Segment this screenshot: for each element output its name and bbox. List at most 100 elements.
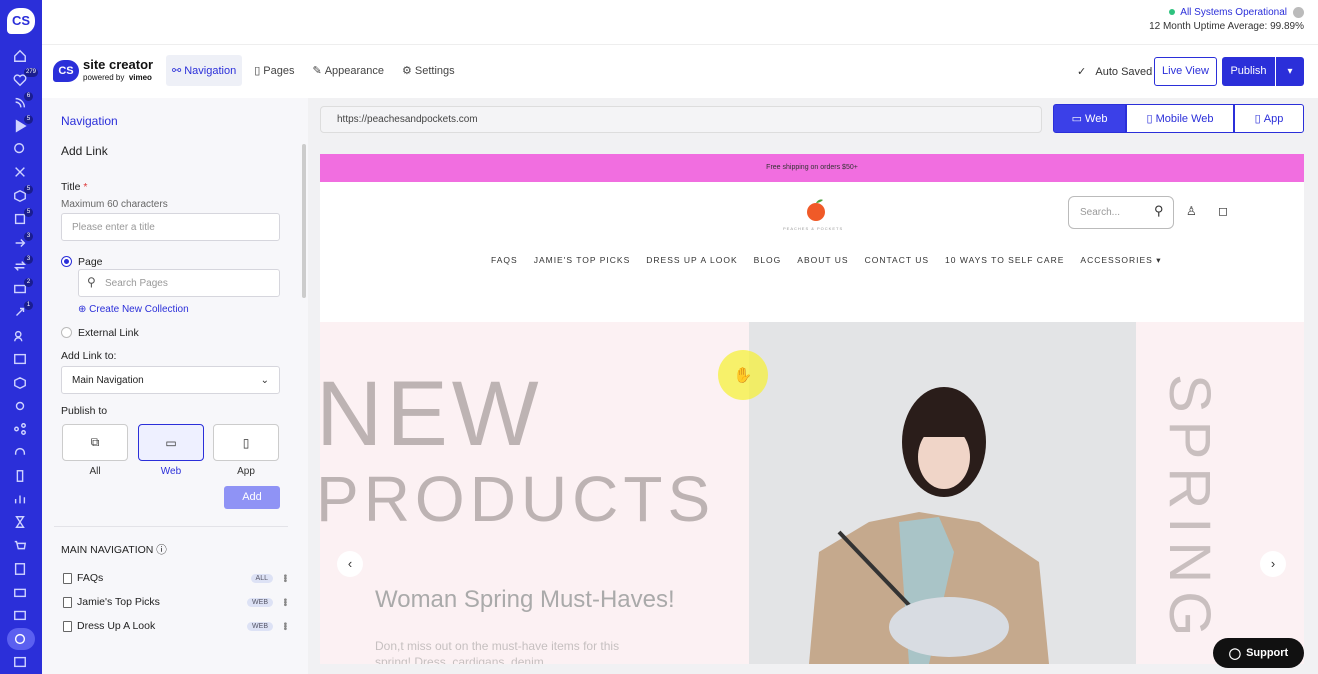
nav-item[interactable]: FAQs ALL ••• bbox=[63, 570, 295, 586]
external-link-radio[interactable] bbox=[61, 327, 72, 338]
create-collection-link[interactable]: ⊕ Create New Collection bbox=[78, 304, 189, 315]
device-app-button[interactable]: ▯ App bbox=[1234, 104, 1304, 133]
tab-label: Pages bbox=[263, 64, 295, 77]
publish-all-option[interactable]: ⧉ bbox=[62, 424, 128, 461]
devices-icon: ⧉ bbox=[90, 435, 100, 449]
url-bar[interactable]: https://peachesandpockets.com bbox=[320, 106, 1042, 133]
page-radio[interactable] bbox=[61, 256, 72, 267]
document-icon[interactable] bbox=[12, 561, 28, 577]
document-icon bbox=[63, 596, 72, 608]
grab-cursor-highlight: ✋ bbox=[718, 350, 768, 400]
carousel-next-button[interactable]: › bbox=[1260, 551, 1286, 577]
hourglass-icon[interactable] bbox=[12, 514, 28, 530]
tab-navigation[interactable]: ⚯ Navigation bbox=[166, 55, 243, 86]
mobile-icon: ▯ bbox=[1146, 113, 1156, 125]
chat-icon[interactable] bbox=[12, 141, 28, 157]
mobile-icon[interactable] bbox=[12, 468, 28, 484]
device-web-button[interactable]: ▭ Web bbox=[1053, 104, 1126, 133]
tab-pages[interactable]: ▯ Pages bbox=[248, 55, 300, 86]
gear-icon[interactable] bbox=[12, 398, 28, 414]
video-icon[interactable] bbox=[12, 351, 28, 367]
navigation-icon: ⚯ bbox=[172, 65, 182, 77]
account-icon[interactable]: ♙ bbox=[1186, 204, 1197, 218]
nav-item-label: Jamie's Top Picks bbox=[77, 596, 160, 608]
kebab-menu-icon[interactable]: ••• bbox=[279, 598, 290, 606]
menu-item[interactable]: JAMIE'S TOP PICKS bbox=[534, 255, 631, 266]
menu-item[interactable]: 10 WAYS TO SELF CARE bbox=[945, 255, 1064, 266]
nav-item[interactable]: Jamie's Top Picks WEB ••• bbox=[63, 594, 295, 610]
gear-icon: ⚙ bbox=[402, 65, 412, 77]
hero-line-1: NEW bbox=[320, 363, 543, 465]
card-icon[interactable] bbox=[12, 607, 28, 623]
cube-icon[interactable] bbox=[12, 375, 28, 391]
brush-icon: ✎ bbox=[312, 65, 322, 77]
model-illustration bbox=[749, 322, 1136, 664]
hero-text: Don,t miss out on the must-have items fo… bbox=[375, 639, 620, 664]
publish-all-label: All bbox=[89, 466, 101, 477]
shipping-banner: Free shipping on orders $50+ bbox=[320, 154, 1304, 182]
search-icon[interactable]: ⚲ bbox=[1154, 203, 1164, 219]
menu-item-accessories[interactable]: ACCESSORIES ▾ bbox=[1080, 255, 1161, 266]
kebab-menu-icon[interactable]: ••• bbox=[279, 622, 290, 630]
tablet-icon: ▯ bbox=[1254, 113, 1264, 125]
add-button[interactable]: Add bbox=[224, 486, 280, 509]
palette-icon[interactable] bbox=[12, 631, 28, 647]
monitor-icon: ▭ bbox=[165, 435, 177, 450]
support-label: Support bbox=[1246, 647, 1289, 659]
publish-app-label: App bbox=[237, 466, 255, 477]
menu-item[interactable]: BLOG bbox=[754, 255, 782, 266]
cart-icon[interactable] bbox=[12, 538, 28, 554]
info-icon[interactable] bbox=[1293, 6, 1304, 18]
page-radio-label: Page bbox=[78, 256, 103, 268]
tools-icon[interactable] bbox=[12, 164, 28, 180]
tab-appearance[interactable]: ✎ Appearance bbox=[306, 55, 390, 86]
network-icon[interactable] bbox=[12, 421, 28, 437]
hero-heading: Woman Spring Must-Haves! bbox=[375, 586, 675, 613]
info-icon[interactable]: ⓘ bbox=[156, 544, 167, 556]
title-input[interactable]: Please enter a title bbox=[61, 213, 280, 241]
menu-item[interactable]: FAQS bbox=[491, 255, 518, 266]
plus-circle-icon: ⊕ bbox=[78, 304, 87, 315]
tab-label: Navigation bbox=[184, 64, 237, 77]
carousel-prev-button[interactable]: ‹ bbox=[337, 551, 363, 577]
users-icon[interactable] bbox=[12, 328, 28, 344]
chart-icon[interactable] bbox=[12, 491, 28, 507]
status-link[interactable]: All Systems Operational bbox=[1180, 7, 1287, 18]
search-pages-input[interactable]: Search Pages bbox=[78, 269, 280, 297]
add-link-to-value: Main Navigation bbox=[72, 374, 144, 386]
publish-web-option[interactable]: ▭ bbox=[138, 424, 204, 461]
site-preview: Free shipping on orders $50+ PEACHES & P… bbox=[320, 154, 1304, 664]
check-icon: ✓ bbox=[1077, 66, 1087, 78]
support-button[interactable]: ◯ Support bbox=[1213, 638, 1304, 668]
publish-dropdown-button[interactable]: ▾ bbox=[1276, 57, 1304, 86]
publish-button[interactable]: Publish bbox=[1222, 57, 1275, 86]
app-logo[interactable]: CS bbox=[7, 8, 35, 34]
external-link-label: External Link bbox=[78, 327, 139, 339]
bag-icon[interactable]: ◻ bbox=[1218, 204, 1228, 218]
publish-app-option[interactable]: ▯ bbox=[213, 424, 279, 461]
cs-logo: CS bbox=[53, 60, 79, 82]
headset-icon[interactable] bbox=[12, 445, 28, 461]
add-link-to-select[interactable]: Main Navigation ⌄ bbox=[61, 366, 280, 394]
tab-settings[interactable]: ⚙ Settings bbox=[396, 55, 461, 86]
site-menu: FAQS JAMIE'S TOP PICKS DRESS UP A LOOK B… bbox=[491, 255, 1161, 266]
menu-item[interactable]: ABOUT US bbox=[797, 255, 848, 266]
rail-badge: 5 bbox=[24, 208, 33, 217]
nav-item[interactable]: Dress Up A Look WEB ••• bbox=[63, 618, 295, 634]
menu-item[interactable]: DRESS UP A LOOK bbox=[646, 255, 737, 266]
search-icon: ⚲ bbox=[87, 275, 96, 289]
publish-web-label: Web bbox=[160, 466, 182, 477]
store-icon[interactable] bbox=[12, 584, 28, 600]
kebab-menu-icon[interactable]: ••• bbox=[279, 574, 290, 582]
sidebar-scrollbar[interactable] bbox=[302, 144, 306, 298]
home-icon[interactable] bbox=[12, 48, 28, 64]
breadcrumb[interactable]: Navigation bbox=[61, 114, 118, 128]
live-view-button[interactable]: Live View bbox=[1154, 57, 1217, 86]
publish-to-label: Publish to bbox=[61, 405, 108, 417]
menu-item[interactable]: CONTACT US bbox=[865, 255, 929, 266]
image-icon[interactable] bbox=[12, 654, 28, 670]
device-mobile-web-button[interactable]: ▯ Mobile Web bbox=[1126, 104, 1234, 133]
title-label-text: Title bbox=[61, 181, 81, 193]
rail-badge: 3 bbox=[24, 255, 33, 264]
tab-label: Appearance bbox=[324, 64, 385, 77]
